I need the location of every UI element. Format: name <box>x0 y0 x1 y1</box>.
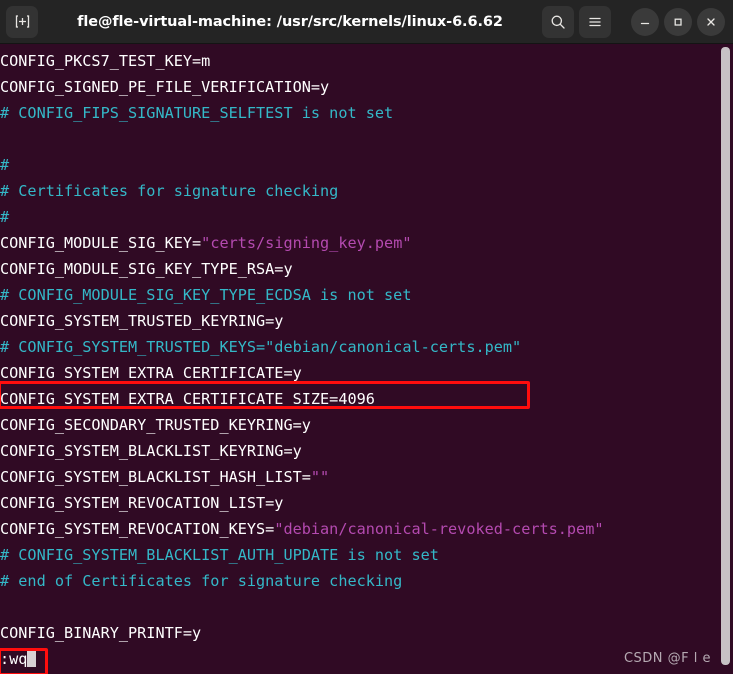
terminal-line: CONFIG_SECONDARY_TRUSTED_KEYRING=y <box>0 412 733 438</box>
terminal-line: CONFIG_SYSTEM_EXTRA_CERTIFICATE=y <box>0 360 733 386</box>
terminal-text-segment: CONFIG_MODULE_SIG_KEY= <box>0 234 202 252</box>
terminal-text-segment: # end of Certificates for signature chec… <box>0 572 403 590</box>
terminal-content[interactable]: CONFIG_PKCS7_TEST_KEY=m CONFIG_SIGNED_PE_… <box>0 44 733 674</box>
terminal-text-segment: # CONFIG_FIPS_SIGNATURE_SELFTEST is not … <box>0 104 394 122</box>
terminal-text-segment: # <box>0 208 10 226</box>
terminal-line: CONFIG_SYSTEM_BLACKLIST_KEYRING=y <box>0 438 733 464</box>
terminal-text-segment: # CONFIG_SYSTEM_TRUSTED_KEYS="debian/can… <box>0 338 522 356</box>
terminal-text-segment: CONFIG_MODULE_SIG_KEY_TYPE_RSA=y <box>0 260 293 278</box>
search-button[interactable] <box>542 5 574 38</box>
hamburger-menu-icon <box>589 17 601 26</box>
terminal-line: # CONFIG_SYSTEM_BLACKLIST_AUTH_UPDATE is… <box>0 542 733 568</box>
terminal-text-segment: CONFIG_SYSTEM_EXTRA_CERTIFICATE_SIZE=409… <box>0 390 375 408</box>
new-tab-icon <box>15 15 29 28</box>
terminal-line: CONFIG_MODULE_SIG_KEY_TYPE_RSA=y <box>0 256 733 282</box>
titlebar-controls <box>542 5 725 38</box>
terminal-line: CONFIG_SYSTEM_BLACKLIST_HASH_LIST="" <box>0 464 733 490</box>
terminal-text-segment: "certs/signing_key.pem" <box>201 234 412 252</box>
terminal-line: # CONFIG_MODULE_SIG_KEY_TYPE_ECDSA is no… <box>0 282 733 308</box>
maximize-icon <box>674 18 682 26</box>
terminal-line: CONFIG_PKCS7_TEST_KEY=m <box>0 48 733 74</box>
menu-button[interactable] <box>579 5 611 38</box>
terminal-text-segment: CONFIG_SIGNED_PE_FILE_VERIFICATION=y <box>0 78 330 96</box>
close-icon <box>707 17 715 26</box>
terminal-text-segment: CONFIG_SYSTEM_TRUSTED_KEYRING=y <box>0 312 284 330</box>
scrollbar[interactable] <box>720 44 733 674</box>
terminal-text-segment: CONFIG_SYSTEM_REVOCATION_KEYS= <box>0 520 275 538</box>
terminal-line: CONFIG_MODULE_SIG_KEY="certs/signing_key… <box>0 230 733 256</box>
close-button[interactable] <box>697 7 725 36</box>
terminal-text-segment: CONFIG_SYSTEM_BLACKLIST_HASH_LIST= <box>0 468 311 486</box>
terminal-text-area: CONFIG_PKCS7_TEST_KEY=m CONFIG_SIGNED_PE_… <box>0 48 733 672</box>
window-titlebar: fle@fle-virtual-machine: /usr/src/kernel… <box>0 0 733 44</box>
search-icon <box>551 15 565 29</box>
terminal-text-segment: CONFIG_SYSTEM_REVOCATION_LIST=y <box>0 494 284 512</box>
minimize-icon <box>640 22 650 24</box>
terminal-text-segment: "debian/canonical-revoked-certs.pem" <box>274 520 604 538</box>
maximize-button[interactable] <box>664 7 692 36</box>
terminal-line: # <box>0 204 733 230</box>
terminal-line: # CONFIG_FIPS_SIGNATURE_SELFTEST is not … <box>0 100 733 126</box>
terminal-text-segment: "" <box>310 468 330 486</box>
terminal-line: # CONFIG_SYSTEM_TRUSTED_KEYS="debian/can… <box>0 334 733 360</box>
minimize-button[interactable] <box>631 7 659 36</box>
terminal-line: # Certificates for signature checking <box>0 178 733 204</box>
terminal-text-segment: CONFIG_PKCS7_TEST_KEY=m <box>0 52 211 70</box>
watermark: CSDN @F l e <box>623 651 711 666</box>
terminal-text-segment: CONFIG_SYSTEM_EXTRA_CERTIFICATE=y <box>0 364 302 382</box>
terminal-text-segment: # CONFIG_SYSTEM_BLACKLIST_AUTH_UPDATE is… <box>0 546 439 564</box>
terminal-text-segment: :wq <box>0 650 28 668</box>
new-tab-button[interactable] <box>6 5 38 38</box>
terminal-line: CONFIG_SYSTEM_TRUSTED_KEYRING=y <box>0 308 733 334</box>
terminal-text-segment: # CONFIG_MODULE_SIG_KEY_TYPE_ECDSA is no… <box>0 286 412 304</box>
terminal-line: CONFIG_BINARY_PRINTF=y <box>0 620 733 646</box>
text-cursor <box>27 649 37 667</box>
terminal-line: # <box>0 152 733 178</box>
terminal-line: CONFIG_SYSTEM_REVOCATION_KEYS="debian/ca… <box>0 516 733 542</box>
terminal-text-segment: CONFIG_BINARY_PRINTF=y <box>0 624 202 642</box>
window-title: fle@fle-virtual-machine: /usr/src/kernel… <box>77 13 503 30</box>
terminal-line: # end of Certificates for signature chec… <box>0 568 733 594</box>
terminal-line: CONFIG_SYSTEM_REVOCATION_LIST=y <box>0 490 733 516</box>
terminal-text-segment: # <box>0 156 10 174</box>
terminal-text-segment: CONFIG_SYSTEM_BLACKLIST_KEYRING=y <box>0 442 302 460</box>
terminal-text-segment: CONFIG_SECONDARY_TRUSTED_KEYRING=y <box>0 416 311 434</box>
terminal-text-segment: # Certificates for signature checking <box>0 182 339 200</box>
terminal-window: fle@fle-virtual-machine: /usr/src/kernel… <box>0 0 733 674</box>
scrollbar-thumb[interactable] <box>721 47 730 665</box>
terminal-line: CONFIG_SYSTEM_EXTRA_CERTIFICATE_SIZE=409… <box>0 386 733 412</box>
terminal-line: CONFIG_SIGNED_PE_FILE_VERIFICATION=y <box>0 74 733 100</box>
